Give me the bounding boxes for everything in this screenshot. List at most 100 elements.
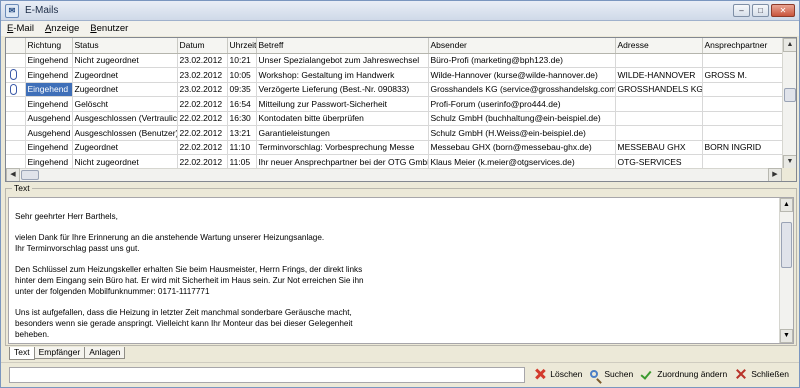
- checkmark-icon: [641, 368, 653, 380]
- cell-richtung: Ausgehend: [25, 111, 73, 126]
- cell-betreff: Unser Spezialangebot zum Jahreswechsel: [256, 53, 429, 68]
- menu-anzeige[interactable]: Anzeige: [39, 23, 84, 34]
- pane-splitter[interactable]: [5, 184, 797, 187]
- cell-uhrzeit: 16:54: [227, 96, 257, 112]
- scroll-left-arrow-icon[interactable]: ◀: [6, 168, 20, 181]
- window-controls: – □ ✕: [733, 4, 795, 17]
- status-bar: Löschen Suchen Zuordnung ändern Schließe…: [1, 362, 799, 387]
- cell-uhrzeit: 10:21: [227, 53, 257, 68]
- close-button[interactable]: Schließen: [735, 368, 789, 380]
- column-header-status[interactable]: Status: [72, 38, 178, 54]
- cell-richtung: Eingehend: [25, 154, 73, 170]
- message-body: Sehr geehrter Herr Barthels, vielen Dank …: [15, 212, 775, 340]
- cell-absender: Büro-Profi (marketing@bph123.de): [428, 53, 616, 68]
- column-header-absender[interactable]: Absender: [428, 38, 616, 54]
- cell-status: Zugeordnet: [72, 67, 178, 83]
- status-field: [9, 367, 525, 383]
- list-horizontal-scrollbar[interactable]: ◀ ▶: [6, 168, 782, 181]
- cell-richtung: Ausgehend: [25, 125, 73, 141]
- list-vertical-scrollbar[interactable]: ▲ ▼: [782, 38, 796, 169]
- scroll-corner: [782, 168, 796, 181]
- cell-adresse: [615, 125, 703, 141]
- app-icon: ✉: [5, 3, 19, 18]
- cell-betreff: Workshop: Gestaltung im Handwerk: [256, 67, 429, 83]
- cell-richtung: Eingehend: [25, 140, 73, 155]
- table-row[interactable]: Ausgehend Ausgeschlossen (Vertraulich) 22.…: [6, 111, 783, 126]
- tab-anlagen[interactable]: Anlagen: [84, 347, 126, 359]
- cell-ansprechpartner: [702, 96, 783, 112]
- delete-button[interactable]: Löschen: [534, 368, 582, 380]
- minimize-button[interactable]: –: [733, 4, 750, 17]
- cell-uhrzeit: 16:30: [227, 111, 257, 126]
- message-text-area[interactable]: Sehr geehrter Herr Barthels, vielen Dank …: [8, 197, 794, 344]
- column-header-adresse[interactable]: Adresse: [615, 38, 703, 54]
- text-vertical-scrollbar[interactable]: ▲ ▼: [779, 198, 793, 343]
- cell-adresse: WILDE-HANNOVER: [615, 67, 703, 83]
- text-line: vielen Dank für Ihre Erinnerung an die a…: [15, 233, 325, 243]
- cell-uhrzeit: 13:21: [227, 125, 257, 141]
- text-line: hinter dem Eingang sein Büro hat. Er wir…: [15, 276, 364, 286]
- attachment-cell: [6, 53, 26, 68]
- table-row[interactable]: Eingehend Zugeordnet 22.02.2012 11:10 Termin…: [6, 140, 783, 155]
- delete-label: Löschen: [550, 369, 583, 379]
- cell-richtung: Eingehend: [25, 53, 73, 68]
- cell-absender: Schulz GmbH (H.Weiss@ein-beispiel.de): [428, 125, 616, 141]
- text-line: Uns ist aufgefallen, dass die Heizung in…: [15, 308, 352, 318]
- text-line: Sehr geehrter Herr Barthels,: [15, 212, 118, 221]
- attachment-cell: [6, 140, 26, 155]
- search-button[interactable]: Suchen: [590, 369, 633, 379]
- cell-status: Nicht zugeordnet: [72, 154, 178, 170]
- change-assignment-button[interactable]: Zuordnung ändern: [641, 368, 727, 380]
- scroll-up-arrow-icon[interactable]: ▲: [783, 38, 796, 52]
- cell-richtung: Eingehend: [25, 67, 73, 83]
- cell-absender: Grosshandels KG (service@grosshandelskg.…: [428, 82, 616, 97]
- paperclip-icon: [10, 83, 17, 95]
- menu-benutzer[interactable]: Benutzer: [84, 23, 133, 34]
- cell-betreff: Terminvorschlag: Vorbesprechung Messe: [256, 140, 429, 155]
- search-label: Suchen: [604, 369, 634, 379]
- menu-email[interactable]: E-Mail: [1, 23, 39, 34]
- scroll-right-arrow-icon[interactable]: ▶: [768, 168, 782, 181]
- column-header-richtung[interactable]: Richtung: [25, 38, 73, 54]
- table-row[interactable]: Eingehend Nicht zugeordnet 23.02.2012 10:21…: [6, 53, 783, 68]
- email-list[interactable]: Richtung Status Datum Uhrzeit Betreff Absende…: [5, 37, 797, 182]
- cell-absender: Wilde-Hannover (kurse@wilde-hannover.de): [428, 67, 616, 83]
- close-window-button[interactable]: ✕: [771, 4, 795, 17]
- scroll-down-arrow-icon[interactable]: ▼: [783, 155, 796, 169]
- column-header-betreff[interactable]: Betreff: [256, 38, 429, 54]
- table-row[interactable]: Eingehend Nicht zugeordnet 22.02.2012 11:05…: [6, 154, 783, 170]
- cell-datum: 22.02.2012: [177, 125, 228, 141]
- text-line: Ihr Terminvorschlag passt uns gut.: [15, 244, 140, 254]
- cell-status: Gelöscht: [72, 96, 178, 112]
- cell-ansprechpartner: BORN INGRID: [702, 140, 783, 155]
- column-header-datum[interactable]: Datum: [177, 38, 228, 54]
- cell-betreff: Verzögerte Lieferung (Best.-Nr. 090833): [256, 82, 429, 97]
- table-row[interactable]: Eingehend Zugeordnet 23.02.2012 09:35 Verzög…: [6, 82, 783, 97]
- hscroll-thumb[interactable]: [21, 170, 39, 180]
- delete-icon: [534, 368, 546, 380]
- text-scroll-up-arrow-icon[interactable]: ▲: [780, 198, 793, 212]
- cell-ansprechpartner: [702, 53, 783, 68]
- table-row[interactable]: Eingehend Gelöscht 22.02.2012 16:54 Mitteilu…: [6, 96, 783, 112]
- column-header-attachment[interactable]: [6, 38, 26, 54]
- table-row[interactable]: Eingehend Zugeordnet 23.02.2012 10:05 Worksh…: [6, 67, 783, 83]
- column-header-uhrzeit[interactable]: Uhrzeit: [227, 38, 257, 54]
- scroll-thumb[interactable]: [784, 88, 796, 102]
- title-bar[interactable]: ✉ E-Mails – □ ✕: [1, 1, 799, 21]
- attachment-cell: [6, 96, 26, 112]
- cell-status: Zugeordnet: [72, 82, 178, 97]
- cell-status: Ausgeschlossen (Benutzer): [72, 125, 178, 141]
- text-scroll-thumb[interactable]: [781, 222, 792, 268]
- cell-status: Nicht zugeordnet: [72, 53, 178, 68]
- attachment-cell: [6, 154, 26, 170]
- cell-ansprechpartner: [702, 154, 783, 170]
- column-header-ansprechpartner[interactable]: Ansprechpartner: [702, 38, 783, 54]
- maximize-button[interactable]: □: [752, 4, 769, 17]
- table-row[interactable]: Ausgehend Ausgeschlossen (Benutzer) 22.02.…: [6, 125, 783, 141]
- tab-text[interactable]: Text: [9, 347, 35, 360]
- tab-empfänger[interactable]: Empfänger: [33, 347, 86, 359]
- text-scroll-down-arrow-icon[interactable]: ▼: [780, 329, 793, 343]
- close-label: Schließen: [751, 369, 789, 379]
- search-icon: [590, 370, 599, 378]
- cell-absender: Profi-Forum (userinfo@pro444.de): [428, 96, 616, 112]
